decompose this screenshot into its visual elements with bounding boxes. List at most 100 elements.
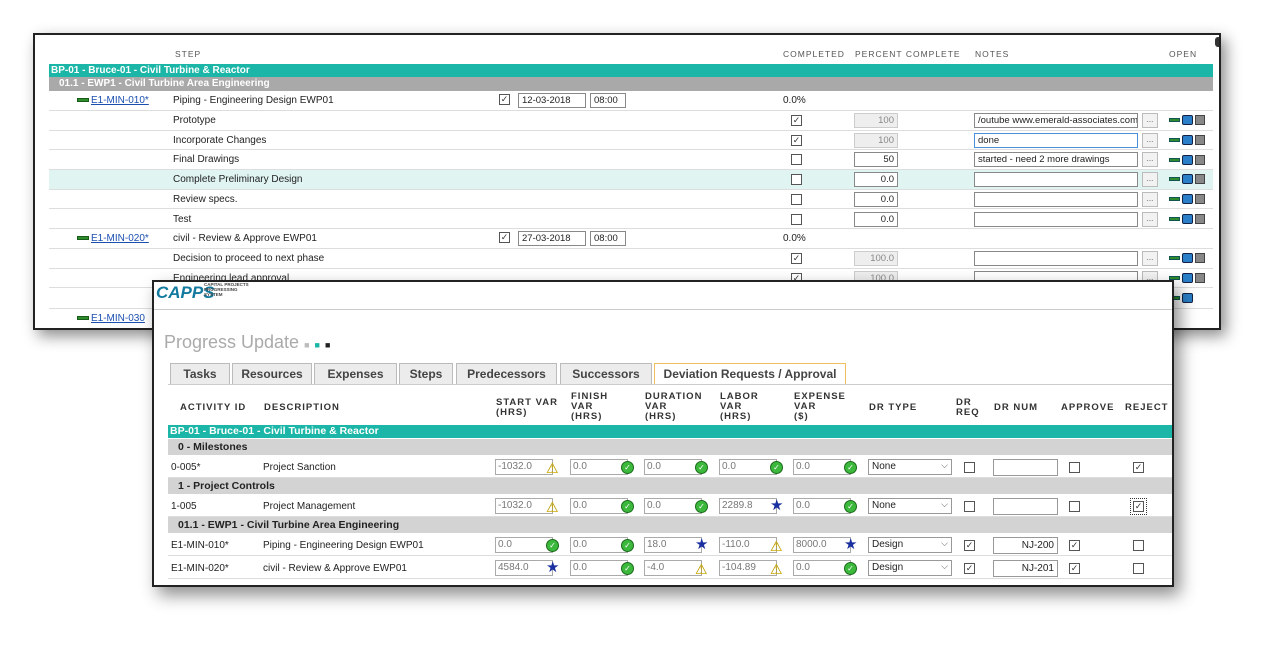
- step-complete-checkbox[interactable]: [791, 174, 802, 186]
- ok-status-icon: ✓: [770, 461, 783, 474]
- step-complete-checkbox[interactable]: [791, 154, 802, 166]
- activity-complete-checkbox[interactable]: ✓: [499, 232, 510, 243]
- step-complete-checkbox[interactable]: ✓: [791, 115, 802, 126]
- step-notes-input[interactable]: done: [974, 132, 1138, 148]
- step-complete-checkbox[interactable]: [791, 213, 802, 225]
- star-icon: ★: [695, 536, 709, 553]
- dr-type-select[interactable]: Design ⌵: [868, 537, 952, 553]
- dr-type-select[interactable]: Design ⌵: [868, 560, 952, 576]
- open-icons[interactable]: [1169, 115, 1205, 127]
- activity-link[interactable]: E1-MIN-020*: [77, 233, 149, 244]
- step-complete-checkbox[interactable]: [791, 193, 802, 205]
- dr-num-input[interactable]: NJ-200: [993, 537, 1058, 554]
- step-percent-input[interactable]: 50: [854, 152, 898, 168]
- reject-checkbox[interactable]: [1133, 540, 1144, 551]
- open-icons[interactable]: [1169, 213, 1205, 226]
- dr-req-checkbox[interactable]: [964, 501, 975, 512]
- dr-req-checkbox[interactable]: [964, 462, 975, 473]
- step-percent-input[interactable]: 0.0: [854, 172, 898, 188]
- tab-expenses[interactable]: Expenses: [314, 363, 397, 384]
- warning-icon: ⚠: [770, 538, 783, 554]
- tab-resources[interactable]: Resources: [232, 363, 312, 384]
- time-field[interactable]: 08:00: [590, 231, 626, 246]
- notes-more-button[interactable]: ...: [1142, 211, 1158, 227]
- step-name: Incorporate Changes: [173, 134, 267, 146]
- activity-description: Project Sanction: [263, 462, 336, 473]
- open-icons[interactable]: [1169, 174, 1205, 186]
- tab-steps[interactable]: Steps: [399, 363, 453, 384]
- step-percent-input[interactable]: 100.0: [854, 251, 898, 266]
- step-notes-input[interactable]: [974, 191, 1138, 207]
- people-icon: [1182, 213, 1193, 224]
- step-complete-checkbox[interactable]: ✓: [791, 134, 802, 146]
- step-notes-input[interactable]: [974, 211, 1138, 227]
- activity-link[interactable]: E1-MIN-010*: [77, 95, 149, 106]
- reject-checkbox[interactable]: ✓: [1133, 462, 1144, 473]
- reject-checkbox[interactable]: [1133, 563, 1144, 574]
- dr-type-select[interactable]: None ⌵: [868, 498, 952, 514]
- step-notes-input[interactable]: [974, 251, 1138, 266]
- step-notes-input[interactable]: /outube www.emerald-associates.com: [974, 113, 1138, 128]
- ok-status-icon: ✓: [621, 500, 634, 513]
- labor-var-field: 0.0: [719, 459, 777, 475]
- tab-predecessors[interactable]: Predecessors: [456, 363, 557, 384]
- notes-more-button[interactable]: ...: [1142, 172, 1158, 188]
- open-icons[interactable]: [1169, 135, 1205, 147]
- step-complete-checkbox[interactable]: ✓: [791, 253, 802, 264]
- reject-checkbox[interactable]: ✓: [1130, 498, 1147, 515]
- step-percent-input[interactable]: 0.0: [854, 191, 898, 207]
- people-icon: [1182, 154, 1193, 165]
- bar-icon: [1169, 216, 1180, 221]
- dr-req-checkbox[interactable]: ✓: [964, 563, 975, 574]
- dr-num-input[interactable]: NJ-201: [993, 560, 1058, 577]
- bar-icon: [1169, 256, 1180, 261]
- activity-complete-checkbox[interactable]: ✓: [499, 94, 510, 105]
- people-icon: [1182, 135, 1193, 146]
- date-field[interactable]: 12-03-2018: [518, 93, 586, 108]
- open-icons[interactable]: [1169, 154, 1205, 166]
- tab-divider: [168, 384, 1172, 385]
- open-icons[interactable]: [1169, 194, 1205, 206]
- step-name: Review specs.: [173, 193, 238, 205]
- ok-status-icon: ✓: [844, 562, 857, 575]
- project-band: BP-01 - Bruce-01 - Civil Turbine & React…: [49, 64, 1213, 77]
- approve-checkbox[interactable]: ✓: [1069, 540, 1080, 551]
- notes-more-button[interactable]: ...: [1142, 191, 1158, 207]
- dr-num-input[interactable]: [993, 459, 1058, 476]
- approve-checkbox[interactable]: [1069, 462, 1080, 473]
- open-icons[interactable]: [1169, 273, 1205, 285]
- bar-icon: [1169, 118, 1180, 123]
- step-notes-input[interactable]: [974, 172, 1138, 188]
- expense-var-field: 8000.0: [793, 537, 851, 553]
- hdr-reject: REJECT: [1125, 402, 1169, 413]
- close-icon[interactable]: [1215, 37, 1219, 47]
- time-field[interactable]: 08:00: [590, 93, 626, 108]
- notes-more-button[interactable]: ...: [1142, 152, 1158, 168]
- tab-tasks[interactable]: Tasks: [170, 363, 230, 384]
- dr-req-checkbox[interactable]: ✓: [964, 540, 975, 551]
- step-percent-input[interactable]: 100: [854, 132, 898, 148]
- date-field[interactable]: 27-03-2018: [518, 231, 586, 246]
- step-name: Test: [173, 213, 192, 225]
- approve-checkbox[interactable]: [1069, 501, 1080, 512]
- tab-successors[interactable]: Successors: [560, 363, 652, 384]
- step-notes-input[interactable]: started - need 2 more drawings: [974, 152, 1138, 168]
- notes-more-button[interactable]: ...: [1142, 113, 1158, 128]
- tab-deviation-requests[interactable]: Deviation Requests / Approval: [654, 363, 846, 384]
- approve-checkbox[interactable]: ✓: [1069, 563, 1080, 574]
- activity-link[interactable]: E1-MIN-030: [77, 313, 145, 324]
- notes-more-button[interactable]: ...: [1142, 132, 1158, 148]
- chevron-down-icon: ⌵: [941, 538, 948, 548]
- people-icon: [1182, 174, 1193, 185]
- notes-more-button[interactable]: ...: [1142, 251, 1158, 266]
- step-percent-input[interactable]: 0.0: [854, 211, 898, 227]
- ok-status-icon: ✓: [695, 500, 708, 513]
- step-percent-input[interactable]: 100: [854, 113, 898, 128]
- dr-type-select[interactable]: None ⌵: [868, 459, 952, 475]
- ok-status-icon: ✓: [695, 461, 708, 474]
- step-name: Final Drawings: [173, 154, 240, 166]
- open-icons[interactable]: [1169, 253, 1205, 265]
- dr-num-input[interactable]: [993, 498, 1058, 515]
- calendar-icon: [1195, 253, 1205, 264]
- star-icon: ★: [770, 497, 784, 514]
